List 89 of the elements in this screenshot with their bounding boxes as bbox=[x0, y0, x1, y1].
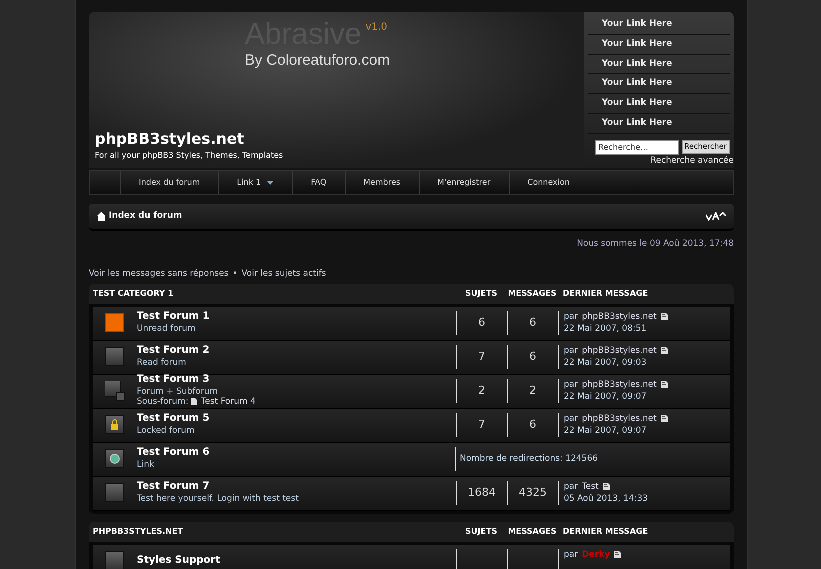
lock-icon bbox=[105, 415, 125, 435]
quick-link[interactable]: Voir les sujets actifs bbox=[242, 268, 326, 279]
forum-title-link[interactable]: Test Forum 5 bbox=[137, 413, 456, 426]
subforum-link[interactable]: Test Forum 4 bbox=[201, 397, 256, 408]
post-count: 6 bbox=[507, 345, 558, 369]
post-date: 05 Aoû 2013, 14:33 bbox=[564, 493, 650, 505]
forum-title-link[interactable]: Test Forum 6 bbox=[137, 447, 455, 460]
header-link[interactable]: Your Link Here bbox=[588, 54, 730, 74]
forum-title-link[interactable]: Styles Support bbox=[137, 554, 456, 568]
category-title: TEST CATEGORY 1 bbox=[93, 288, 174, 300]
author-link[interactable]: phpBB3styles.net bbox=[582, 312, 657, 322]
read-forum-icon bbox=[105, 347, 125, 367]
by-label: par bbox=[564, 414, 578, 424]
globe-icon bbox=[105, 449, 125, 469]
header-link[interactable]: Your Link Here bbox=[588, 34, 730, 54]
subforum-icon bbox=[105, 381, 125, 401]
forum-description: Test here yourself. Login with test test bbox=[137, 494, 300, 505]
last-post-icon[interactable] bbox=[660, 347, 668, 354]
column-header: MESSAGES bbox=[507, 526, 558, 538]
header-link[interactable]: Your Link Here bbox=[588, 15, 730, 35]
post-count: 6 bbox=[507, 413, 558, 437]
nav-link[interactable]: Connexion bbox=[508, 171, 588, 194]
banner-byline: By Coloreatuforo.com bbox=[245, 51, 392, 71]
forum-description: Unread forum bbox=[137, 324, 197, 335]
header-link[interactable]: Your Link Here bbox=[588, 114, 730, 134]
font-size-icon[interactable] bbox=[706, 212, 726, 221]
post-date: 22 Mai 2007, 09:07 bbox=[564, 425, 648, 437]
read-forum-icon bbox=[105, 551, 125, 569]
nav-link[interactable]: Link 1 bbox=[218, 171, 292, 194]
header-link[interactable]: Your Link Here bbox=[588, 74, 730, 94]
forum-description: Locked forum bbox=[137, 426, 196, 437]
link-separator: • bbox=[232, 268, 238, 279]
forum-description: Forum + Subforum bbox=[137, 386, 220, 398]
nav-link[interactable]: Membres bbox=[344, 171, 419, 194]
forum-title-link[interactable]: Test Forum 7 bbox=[137, 481, 456, 494]
subforum-label: Sous-forum: bbox=[137, 397, 190, 408]
topic-count: 1684 bbox=[456, 481, 507, 505]
last-post-icon[interactable] bbox=[660, 415, 668, 422]
column-header: SUJETS bbox=[464, 288, 498, 300]
last-post-icon[interactable] bbox=[602, 483, 610, 490]
forum-title-link[interactable]: Test Forum 3 bbox=[137, 374, 456, 387]
post-count: 4325 bbox=[507, 481, 558, 505]
column-header: DERNIER MESSAGE bbox=[562, 288, 650, 300]
search-field[interactable]: Recherche… bbox=[594, 140, 679, 156]
nav-link[interactable]: M'enregistrer bbox=[418, 171, 509, 194]
column-header: SUJETS bbox=[464, 526, 498, 538]
topic-count: 6 bbox=[456, 311, 507, 335]
header-link[interactable]: Your Link Here bbox=[588, 94, 730, 114]
document-icon bbox=[191, 398, 198, 406]
breadcrumb-link[interactable]: Index du forum bbox=[109, 210, 182, 223]
home-icon bbox=[97, 212, 106, 221]
topic-count: 7 bbox=[456, 345, 507, 369]
topic-count: 2 bbox=[456, 379, 507, 403]
unread-forum-icon bbox=[105, 313, 125, 333]
by-label: par bbox=[564, 380, 578, 390]
by-label: par bbox=[564, 550, 578, 560]
post-count: 2 bbox=[507, 379, 558, 403]
column-header: DERNIER MESSAGE bbox=[562, 526, 650, 538]
forum-title-link[interactable]: Test Forum 1 bbox=[137, 311, 456, 324]
by-label: par bbox=[564, 312, 578, 322]
last-post-icon[interactable] bbox=[614, 551, 622, 558]
site-description: For all your phpBB3 Styles, Themes, Templates bbox=[95, 150, 284, 162]
column-header: MESSAGES bbox=[507, 288, 558, 300]
category-title: PHPBB3STYLES.NET bbox=[93, 526, 184, 538]
forum-description: Read forum bbox=[137, 358, 188, 369]
site-title-link[interactable]: phpBB3styles.net bbox=[95, 128, 578, 150]
forum-title-link[interactable]: Test Forum 2 bbox=[137, 345, 456, 358]
last-post-icon[interactable] bbox=[660, 313, 668, 320]
post-count: 6 bbox=[507, 311, 558, 335]
read-forum-icon bbox=[105, 483, 125, 503]
post-date: 22 Mai 2007, 09:03 bbox=[564, 357, 648, 369]
author-link[interactable]: phpBB3styles.net bbox=[582, 380, 657, 390]
post-date: 22 Mai 2007, 09:07 bbox=[564, 391, 648, 403]
current-date: Nous sommes le 09 Aoû 2013, 17:48 bbox=[576, 238, 734, 251]
forum-description: Link bbox=[137, 460, 156, 471]
author-link[interactable]: phpBB3styles.net bbox=[582, 346, 657, 356]
banner-version: v1.0 bbox=[366, 21, 388, 35]
post-date: 22 Mai 2007, 08:51 bbox=[564, 323, 648, 335]
author-link[interactable]: Test bbox=[582, 482, 599, 492]
author-link[interactable]: phpBB3styles.net bbox=[582, 414, 657, 424]
topic-count: 7 bbox=[456, 413, 507, 437]
redirect-count: Nombre de redirections: 124566 bbox=[455, 447, 730, 471]
by-label: par bbox=[564, 482, 578, 492]
nav-link[interactable]: FAQ bbox=[292, 171, 345, 194]
quick-link[interactable]: Voir les messages sans réponses bbox=[89, 268, 229, 279]
advanced-search-link[interactable]: Recherche avancée bbox=[588, 155, 734, 168]
by-label: par bbox=[564, 346, 578, 356]
nav-link[interactable]: Index du forum bbox=[120, 171, 218, 194]
last-post-icon[interactable] bbox=[660, 381, 668, 388]
